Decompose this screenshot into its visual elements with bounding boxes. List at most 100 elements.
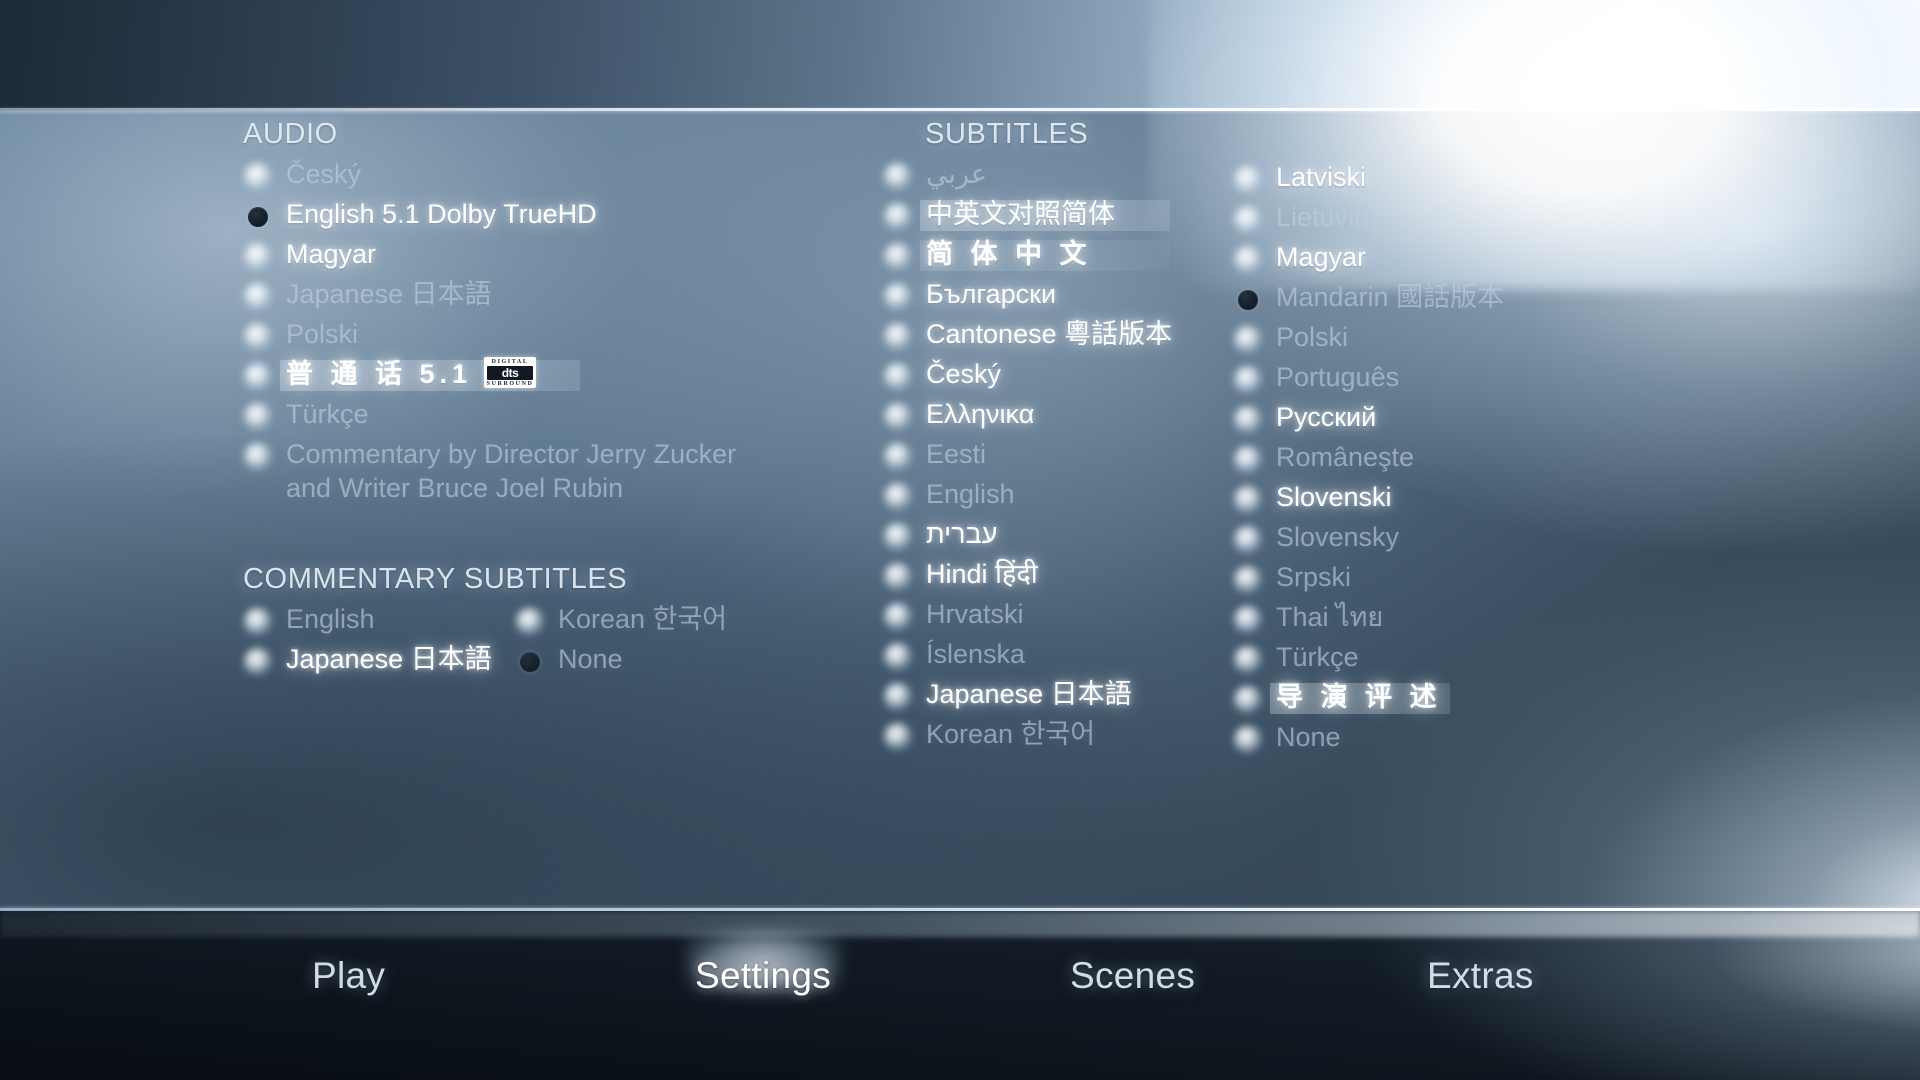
radio-unselected-icon[interactable]: [243, 282, 273, 312]
audio-option-label: Japanese 日本語: [286, 279, 492, 309]
subtitle-option-label: Русский: [1276, 402, 1377, 432]
radio-unselected-icon[interactable]: [1233, 565, 1263, 595]
subtitle-option[interactable]: Magyar: [1230, 240, 1700, 279]
subtitle-option[interactable]: Türkçe: [1230, 640, 1700, 679]
radio-unselected-icon[interactable]: [243, 607, 273, 637]
radio-unselected-icon[interactable]: [883, 722, 913, 752]
subtitle-option[interactable]: Русский: [1230, 400, 1700, 439]
commentary-subtitle-option[interactable]: Korean 한국어: [512, 602, 842, 641]
dts-logo-mid-text: dts: [487, 366, 534, 380]
radio-unselected-icon[interactable]: [243, 322, 273, 352]
radio-unselected-icon[interactable]: [243, 402, 273, 432]
radio-unselected-icon[interactable]: [515, 607, 545, 637]
commentary-subtitle-option-label: Japanese 日本語: [286, 644, 492, 674]
subtitle-option-label: Românеşte: [1276, 442, 1415, 472]
subtitle-option-label: 中英文对照简体: [926, 199, 1115, 229]
radio-unselected-icon[interactable]: [883, 642, 913, 672]
radio-unselected-icon[interactable]: [883, 282, 913, 312]
subtitle-option-label: عربي: [926, 159, 988, 189]
radio-unselected-icon[interactable]: [883, 402, 913, 432]
subtitle-option-label: Japanese 日本語: [926, 679, 1132, 709]
radio-unselected-icon[interactable]: [883, 162, 913, 192]
subtitle-option[interactable]: Slovensky: [1230, 520, 1700, 559]
commentary-subtitle-option-label: English: [286, 604, 375, 634]
audio-option-label: Commentary by Director Jerry Zucker and …: [286, 439, 737, 503]
subtitle-option[interactable]: Slovenski: [1230, 480, 1700, 519]
radio-unselected-icon[interactable]: [243, 242, 273, 272]
radio-unselected-icon[interactable]: [883, 482, 913, 512]
audio-option-label: Türkçe: [286, 399, 369, 429]
radio-unselected-icon[interactable]: [243, 162, 273, 192]
radio-selected-icon[interactable]: [520, 652, 540, 672]
radio-unselected-icon[interactable]: [883, 242, 913, 272]
subtitle-option-label: Lietuvių: [1276, 202, 1370, 232]
subtitle-option-label: English: [926, 479, 1015, 509]
audio-option[interactable]: English 5.1 Dolby TrueHD: [240, 197, 860, 236]
audio-option[interactable]: 普 通 话 5.1 DIGITAL dts SURROUND: [240, 357, 860, 396]
subtitle-option[interactable]: Thai ไทย: [1230, 600, 1700, 639]
radio-unselected-icon[interactable]: [883, 322, 913, 352]
audio-option[interactable]: Türkçe: [240, 397, 860, 436]
radio-unselected-icon[interactable]: [883, 442, 913, 472]
nav-item-play[interactable]: Play: [312, 955, 385, 997]
radio-unselected-icon[interactable]: [883, 562, 913, 592]
radio-selected-icon[interactable]: [1238, 290, 1258, 310]
subtitle-option[interactable]: Lietuvių: [1230, 200, 1700, 239]
radio-unselected-icon[interactable]: [1233, 645, 1263, 675]
commentary-subtitle-option[interactable]: None: [512, 642, 842, 681]
audio-option[interactable]: Commentary by Director Jerry Zucker and …: [240, 437, 860, 505]
radio-unselected-icon[interactable]: [1233, 725, 1263, 755]
subtitle-option-label: Slovensky: [1276, 522, 1400, 552]
subtitle-option[interactable]: Mandarin 國話版本: [1230, 280, 1700, 319]
subtitle-option[interactable]: None: [1230, 720, 1700, 759]
commentary-subtitle-option-label: None: [558, 644, 623, 674]
radio-unselected-icon[interactable]: [1233, 605, 1263, 635]
radio-unselected-icon[interactable]: [883, 602, 913, 632]
audio-option[interactable]: Český: [240, 157, 860, 196]
subtitle-option-label: Polski: [1276, 322, 1349, 352]
radio-unselected-icon[interactable]: [883, 522, 913, 552]
audio-option[interactable]: Japanese 日本語: [240, 277, 860, 316]
subtitle-option-label: Korean 한국어: [926, 719, 1096, 749]
subtitle-option[interactable]: Polski: [1230, 320, 1700, 359]
radio-unselected-icon[interactable]: [1233, 445, 1263, 475]
radio-unselected-icon[interactable]: [1233, 325, 1263, 355]
radio-unselected-icon[interactable]: [1233, 205, 1263, 235]
radio-unselected-icon[interactable]: [883, 362, 913, 392]
radio-unselected-icon[interactable]: [1233, 365, 1263, 395]
subtitle-option-label: Latviski: [1276, 162, 1367, 192]
subtitle-option[interactable]: Srpski: [1230, 560, 1700, 599]
radio-unselected-icon[interactable]: [1233, 485, 1263, 515]
radio-unselected-icon[interactable]: [1233, 405, 1263, 435]
radio-unselected-icon[interactable]: [1233, 685, 1263, 715]
radio-unselected-icon[interactable]: [883, 202, 913, 232]
commentary-subtitles-grid: English Japanese 日本語 Korean 한국어 None: [240, 602, 860, 681]
audio-option[interactable]: Magyar: [240, 237, 860, 276]
subtitle-option-label: Hrvatski: [926, 599, 1024, 629]
subtitle-option-label: 导 演 评 述: [1276, 682, 1442, 712]
commentary-subtitle-option-label: Korean 한국어: [558, 604, 728, 634]
subtitle-option[interactable]: Românеşte: [1230, 440, 1700, 479]
radio-unselected-icon[interactable]: [883, 682, 913, 712]
subtitle-option[interactable]: Português: [1230, 360, 1700, 399]
radio-unselected-icon[interactable]: [243, 647, 273, 677]
subtitle-option[interactable]: 导 演 评 述: [1230, 680, 1700, 719]
radio-unselected-icon[interactable]: [243, 442, 273, 472]
audio-option-label: Polski: [286, 319, 359, 349]
radio-selected-icon[interactable]: [248, 207, 268, 227]
bottom-navigation: Play Settings Scenes Extras: [0, 911, 1920, 1080]
radio-unselected-icon[interactable]: [1233, 525, 1263, 555]
nav-item-extras[interactable]: Extras: [1427, 955, 1534, 997]
radio-unselected-icon[interactable]: [1233, 165, 1263, 195]
commentary-subtitles-right-column: Korean 한국어 None: [512, 602, 842, 682]
subtitle-option-label: עברית: [926, 519, 998, 549]
radio-unselected-icon[interactable]: [1233, 245, 1263, 275]
radio-unselected-icon[interactable]: [243, 362, 273, 392]
audio-option[interactable]: Polski: [240, 317, 860, 356]
nav-item-settings[interactable]: Settings: [695, 955, 831, 997]
subtitle-option[interactable]: Latviski: [1230, 160, 1700, 199]
subtitle-option-label: None: [1276, 722, 1341, 752]
subtitle-option-label: Português: [1276, 362, 1400, 392]
nav-item-scenes[interactable]: Scenes: [1070, 955, 1195, 997]
subtitle-option-label: Eesti: [926, 439, 987, 469]
